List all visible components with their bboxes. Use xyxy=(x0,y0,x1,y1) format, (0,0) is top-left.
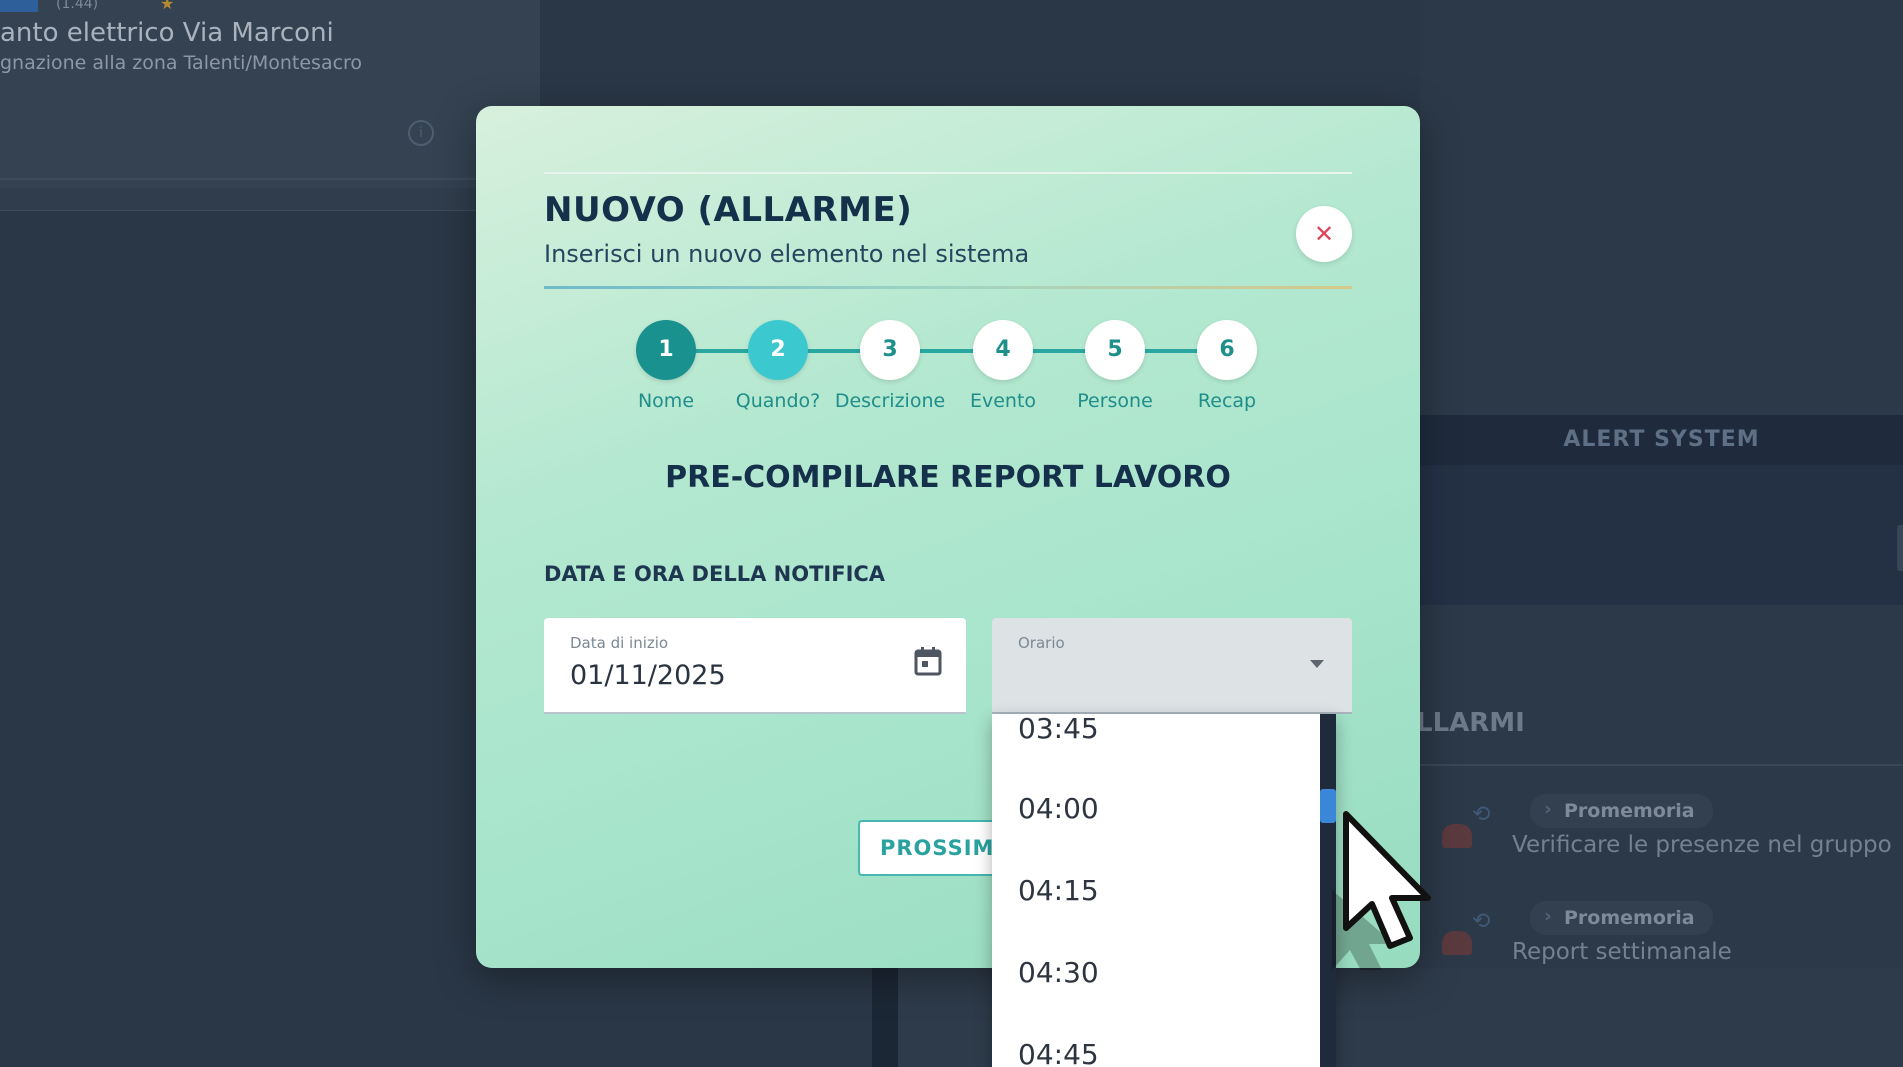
alarm-chip: Promemoria xyxy=(1530,794,1713,828)
card-divider xyxy=(0,178,540,180)
step-label: Descrizione xyxy=(834,390,946,412)
step-descrizione[interactable]: 3 Descrizione xyxy=(825,320,955,412)
start-date-label: Data di inizio xyxy=(570,634,669,652)
background-strip xyxy=(0,188,540,210)
notification-datetime-label: DATA E ORA DELLA NOTIFICA xyxy=(544,562,886,586)
step-label: Nome xyxy=(637,390,695,412)
step-circle: 5 xyxy=(1085,320,1145,380)
history-icon: ⟲ xyxy=(1472,802,1491,827)
card-title: anto elettrico Via Marconi xyxy=(0,18,334,48)
modal-top-rule xyxy=(544,172,1352,174)
step-circle: 4 xyxy=(973,320,1033,380)
history-icon: ⟲ xyxy=(1472,909,1491,934)
time-option[interactable]: 04:00 xyxy=(1018,792,1099,825)
mouse-pointer-icon xyxy=(1332,811,1431,970)
step-quando[interactable]: 2 Quando? xyxy=(713,320,843,412)
step-circle: 6 xyxy=(1197,320,1257,380)
alert-system-heading: ALERT SYSTEM xyxy=(1420,415,1903,465)
star-icon: ★ xyxy=(160,0,175,13)
step-circle: 1 xyxy=(636,320,696,380)
alarm-chip: Promemoria xyxy=(1530,901,1713,935)
alarm-item: ⟲ Promemoria Verificare le presenze nel … xyxy=(1420,794,1903,894)
start-date-field[interactable]: Data di inizio 01/11/2025 xyxy=(544,618,966,714)
section-title: PRE-COMPILARE REPORT LAVORO xyxy=(665,460,1231,495)
step-label: Evento xyxy=(969,390,1037,412)
time-select[interactable]: Orario xyxy=(992,618,1352,714)
step-evento[interactable]: 4 Evento xyxy=(938,320,1068,412)
time-option[interactable]: 04:30 xyxy=(1018,956,1099,989)
step-persone[interactable]: 5 Persone xyxy=(1050,320,1180,412)
chevron-down-icon[interactable] xyxy=(1310,660,1324,668)
alarms-divider xyxy=(1420,764,1903,766)
start-date-value: 01/11/2025 xyxy=(570,660,726,691)
card-tag: (1.44) xyxy=(56,0,99,12)
step-label: Quando? xyxy=(735,390,821,412)
flag-icon xyxy=(0,0,38,12)
alarms-heading: LLARMI xyxy=(1416,708,1525,738)
modal-divider xyxy=(544,286,1352,289)
panel-handle xyxy=(1897,525,1903,571)
time-select-label: Orario xyxy=(1018,634,1065,652)
step-nome[interactable]: 1 Nome xyxy=(601,320,731,412)
modal-subtitle: Inserisci un nuovo elemento nel sistema xyxy=(544,240,1030,268)
step-circle: 2 xyxy=(748,320,808,380)
time-options-dropdown[interactable]: 03:45 04:00 04:15 04:30 04:45 xyxy=(992,714,1336,1067)
info-icon: i xyxy=(408,120,434,146)
background-bottom-bar xyxy=(872,968,898,1067)
background-card: (1.44) ★ anto elettrico Via Marconi gnaz… xyxy=(0,0,540,211)
close-button[interactable]: ✕ xyxy=(1296,206,1352,262)
alarm-description: Report settimanale xyxy=(1512,939,1732,965)
step-label: Persone xyxy=(1077,390,1153,412)
alert-system-panel: ALERT SYSTEM xyxy=(1420,415,1903,605)
time-option[interactable]: 03:45 xyxy=(1018,714,1099,745)
calendar-icon[interactable] xyxy=(914,646,942,676)
time-option[interactable]: 04:15 xyxy=(1018,874,1099,907)
step-recap[interactable]: 6 Recap xyxy=(1162,320,1292,412)
card-subtitle: gnazione alla zona Talenti/Montesacro xyxy=(0,52,363,74)
close-icon: ✕ xyxy=(1313,220,1335,248)
wizard-stepper: 1 Nome 2 Quando? 3 Descrizione 4 Evento … xyxy=(476,314,1420,434)
step-circle: 3 xyxy=(860,320,920,380)
step-label: Recap xyxy=(1197,390,1257,412)
modal-title: NUOVO (ALLARME) xyxy=(544,190,913,230)
time-option[interactable]: 04:45 xyxy=(1018,1038,1099,1067)
alarm-description: Verificare le presenze nel gruppo xyxy=(1512,832,1892,858)
